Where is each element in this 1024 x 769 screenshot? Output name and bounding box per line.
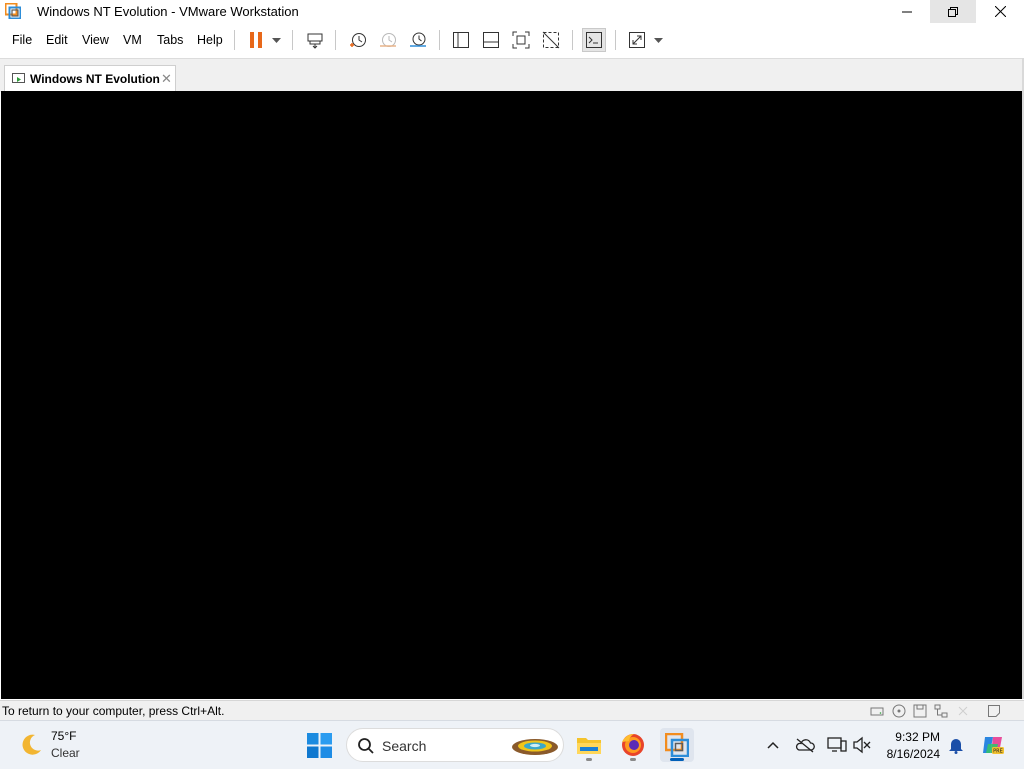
close-button[interactable] xyxy=(977,0,1023,23)
unity-icon xyxy=(542,31,560,49)
window-title: Windows NT Evolution - VMware Workstatio… xyxy=(37,4,299,19)
running-indicator xyxy=(630,758,636,761)
minimize-icon xyxy=(902,11,912,12)
tray-network[interactable] xyxy=(827,735,847,755)
firefox-icon xyxy=(622,734,644,756)
clock-date[interactable]: 8/16/2024 xyxy=(887,747,940,761)
stretch-guest-icon xyxy=(629,32,645,48)
chevron-up-icon xyxy=(767,741,779,749)
status-message: To return to your computer, press Ctrl+A… xyxy=(2,704,225,718)
tray-onedrive[interactable] xyxy=(795,735,815,755)
full-screen-icon xyxy=(512,31,530,49)
search-highlight-icon xyxy=(512,739,558,755)
vmware-app-icon[interactable] xyxy=(5,3,21,19)
running-indicator xyxy=(670,758,684,761)
taskbar-firefox[interactable] xyxy=(616,728,650,762)
bell-icon xyxy=(949,739,963,754)
revert-snapshot-button[interactable] xyxy=(376,28,400,52)
volume-muted-icon xyxy=(853,736,871,754)
clock-time[interactable]: 9:32 PM xyxy=(895,730,940,744)
moon-weather-icon[interactable] xyxy=(18,732,44,758)
taskbar-vmware-workstation[interactable] xyxy=(660,728,694,762)
vm-tab-icon xyxy=(12,73,25,83)
dropdown-arrow-icon xyxy=(271,37,281,43)
pause-button[interactable] xyxy=(244,28,268,52)
copilot-icon: PRE xyxy=(983,737,1004,755)
title-bar[interactable]: Windows NT Evolution - VMware Workstatio… xyxy=(0,0,1024,23)
unity-button[interactable] xyxy=(539,28,563,52)
dropdown-arrow-icon xyxy=(653,37,663,43)
snapshot-manager-icon xyxy=(410,32,426,47)
message-log-icon[interactable] xyxy=(987,704,1001,718)
windows-start-icon[interactable] xyxy=(307,733,332,758)
show-library-icon xyxy=(453,32,469,48)
notifications-button[interactable] xyxy=(946,735,966,755)
snapshot-manager-button[interactable] xyxy=(406,28,430,52)
toolbar-separator xyxy=(615,30,616,50)
onedrive-offline-icon xyxy=(795,738,815,753)
take-snapshot-icon xyxy=(350,33,366,47)
taskbar-search-box[interactable]: Search xyxy=(346,728,564,762)
full-screen-button[interactable] xyxy=(509,28,533,52)
search-icon xyxy=(358,738,374,754)
search-label: Search xyxy=(382,738,427,754)
show-library-button[interactable] xyxy=(449,28,473,52)
revert-snapshot-icon xyxy=(380,33,396,47)
restore-icon xyxy=(948,6,958,17)
usb-device-icon[interactable] xyxy=(956,704,970,718)
toolbar-separator xyxy=(439,30,440,50)
minimize-button[interactable] xyxy=(884,0,930,23)
close-icon xyxy=(994,6,1006,17)
weather-temperature[interactable]: 75°F xyxy=(51,729,76,743)
toolbar-separator xyxy=(335,30,336,50)
tray-volume[interactable] xyxy=(852,735,872,755)
menu-help[interactable]: Help xyxy=(197,33,223,47)
tab-strip: Windows NT Evolution ✕ xyxy=(0,58,1024,92)
console-view-icon xyxy=(586,32,602,48)
cd-dvd-icon[interactable] xyxy=(892,704,906,718)
restore-button[interactable] xyxy=(930,0,976,23)
stretch-dropdown-button[interactable] xyxy=(648,28,668,52)
tab-windows-nt-evolution[interactable]: Windows NT Evolution ✕ xyxy=(4,65,176,92)
file-explorer-icon xyxy=(577,738,601,754)
menu-file[interactable]: File xyxy=(12,33,32,47)
take-snapshot-button[interactable] xyxy=(346,28,370,52)
network-adapter-icon[interactable] xyxy=(934,704,948,718)
taskbar: 75°F Clear Search 9:32 PM 8/16/2024 PRE xyxy=(0,720,1024,769)
svg-text:PRE: PRE xyxy=(993,749,1003,755)
show-hidden-icons-button[interactable] xyxy=(763,735,783,755)
toolbar-separator xyxy=(234,30,235,50)
tab-label: Windows NT Evolution xyxy=(30,72,160,86)
send-ctrl-alt-del-button[interactable] xyxy=(303,28,327,52)
menu-tabs[interactable]: Tabs xyxy=(157,33,183,47)
console-view-button[interactable] xyxy=(582,28,606,52)
power-pause-icon xyxy=(250,32,262,48)
floppy-icon[interactable] xyxy=(913,704,927,718)
copilot-button[interactable]: PRE xyxy=(980,732,1006,758)
network-icon xyxy=(827,737,847,752)
show-thumbnail-bar-icon xyxy=(483,32,499,48)
menu-view[interactable]: View xyxy=(82,33,109,47)
menu-edit[interactable]: Edit xyxy=(46,33,68,47)
vmware-workstation-icon xyxy=(665,733,689,757)
hard-disk-icon[interactable] xyxy=(870,704,884,718)
menu-vm[interactable]: VM xyxy=(123,33,142,47)
send-ctrl-alt-del-icon xyxy=(307,33,323,49)
stretch-guest-button[interactable] xyxy=(625,28,649,52)
running-indicator xyxy=(586,758,592,761)
tab-close-icon[interactable]: ✕ xyxy=(161,71,172,87)
weather-condition[interactable]: Clear xyxy=(51,746,80,760)
status-bar: To return to your computer, press Ctrl+A… xyxy=(0,700,1024,721)
toolbar-separator xyxy=(572,30,573,50)
vm-console-screen[interactable] xyxy=(1,91,1022,699)
show-thumbnail-bar-button[interactable] xyxy=(479,28,503,52)
power-dropdown-button[interactable] xyxy=(266,28,286,52)
toolbar-separator xyxy=(292,30,293,50)
taskbar-file-explorer[interactable] xyxy=(572,728,606,762)
